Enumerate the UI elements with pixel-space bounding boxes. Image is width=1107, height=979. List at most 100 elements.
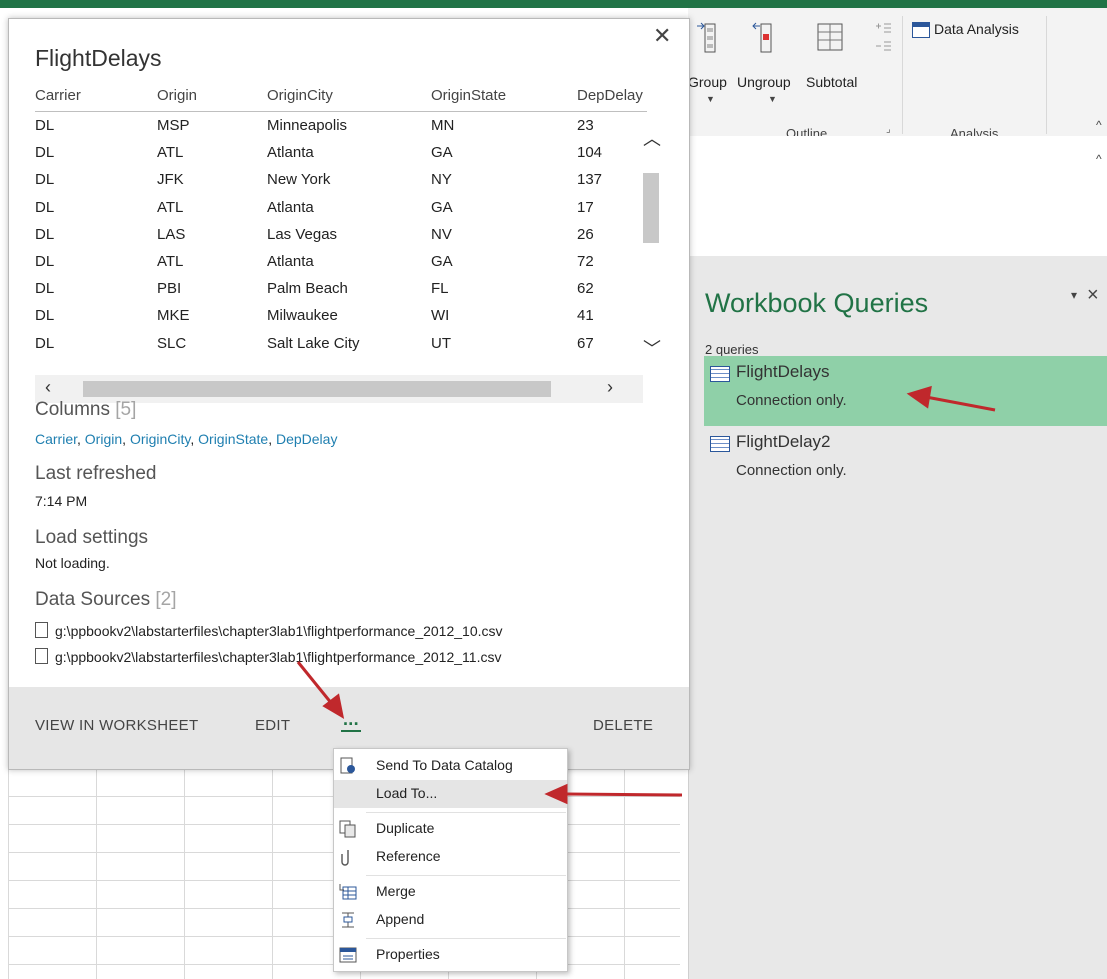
query-status: Connection only. [736, 392, 847, 409]
table-cell: ATL [157, 198, 184, 216]
table-cell: Palm Beach [267, 280, 348, 298]
menu-item-send-to-data-catalog[interactable]: Send To Data Catalog [334, 752, 567, 780]
subtotal-icon[interactable] [816, 20, 844, 56]
ungroup-button-label[interactable]: Ungroup [737, 74, 791, 90]
subtotal-button-label[interactable]: Subtotal [806, 74, 857, 90]
data-analysis-icon[interactable] [912, 22, 930, 38]
duplicate-icon [339, 820, 356, 838]
table-cell: DL [35, 253, 55, 270]
data-source-item: g:\ppbookv2\labstarterfiles\chapter3lab1… [35, 622, 503, 639]
column-link[interactable]: DepDelay [276, 431, 337, 447]
table-cell: GA [431, 198, 453, 216]
ungroup-icon[interactable] [752, 20, 780, 56]
column-link[interactable]: OriginCity [130, 431, 190, 447]
ungroup-dropdown-icon[interactable]: ▼ [768, 94, 777, 104]
menu-item-load-to[interactable]: Load To... [334, 780, 567, 808]
column-link[interactable]: OriginState [198, 431, 268, 447]
table-cell: DL [35, 144, 55, 162]
ribbon-divider [902, 16, 903, 134]
table-cell: DL [35, 171, 55, 189]
column-header: Origin [157, 87, 198, 104]
menu-item-duplicate[interactable]: Duplicate [334, 815, 567, 843]
columns-heading: Columns [5] [35, 399, 136, 421]
collapse-ribbon-icon[interactable]: ^ [1096, 118, 1102, 132]
menu-item-properties[interactable]: Properties [334, 941, 567, 969]
data-sources-heading: Data Sources [2] [35, 589, 177, 611]
vertical-scrollbar[interactable]: ︿ ﹀ [639, 125, 665, 405]
load-settings-heading: Load settings [35, 527, 149, 548]
column-header: OriginState [431, 87, 507, 104]
menu-separator [366, 812, 566, 813]
table-cell: WI [431, 307, 450, 325]
pane-options-icon[interactable]: ▾ [1071, 288, 1077, 302]
query-name: FlightDelay2 [736, 432, 831, 451]
menu-item-reference[interactable]: Reference [334, 843, 567, 871]
table-cell: GA [431, 144, 453, 162]
scrollbar-thumb[interactable] [83, 381, 551, 397]
ribbon-divider [1046, 16, 1047, 134]
data-sources-label: Data Sources [35, 589, 151, 610]
table-cell: 104 [577, 144, 603, 162]
column-link[interactable]: Carrier [35, 431, 77, 447]
menu-item-append[interactable]: Append [334, 906, 567, 934]
table-cell: GA [431, 253, 453, 270]
menu-item-label: Load To... [376, 785, 438, 801]
dialog-launcher-icon[interactable]: ⌟ [886, 124, 891, 135]
last-refreshed-value: 7:14 PM [35, 493, 88, 509]
query-count: 2 queries [705, 342, 759, 357]
catalog-icon [340, 757, 355, 774]
expand-formula-icon[interactable]: ^ [1096, 152, 1102, 166]
table-cell: ATL [157, 144, 184, 162]
scroll-down-icon[interactable]: ﹀ [643, 335, 661, 361]
table-cell: DL [35, 307, 55, 325]
preview-table: Carrier Origin OriginCity OriginState De… [35, 81, 661, 411]
query-item-flightdelay2[interactable]: FlightDelay2 Connection only. [704, 426, 1107, 496]
close-pane-icon[interactable]: × [1087, 284, 1099, 307]
query-item-flightdelays[interactable]: FlightDelays Connection only. [704, 356, 1107, 426]
table-cell: Atlanta [267, 253, 314, 270]
table-cell: DL [35, 334, 55, 352]
group-button-label[interactable]: Group [688, 74, 727, 90]
menu-item-merge[interactable]: Merge [334, 878, 567, 906]
table-cell: New York [267, 171, 331, 189]
edit-button[interactable]: EDIT [255, 717, 290, 734]
close-icon[interactable]: ✕ [653, 23, 671, 49]
workbook-queries-pane: Workbook Queries ▾ × 2 queries FlightDel… [688, 256, 1107, 979]
query-status: Connection only. [736, 462, 847, 479]
table-cell: 62 [577, 280, 594, 298]
menu-item-label: Reference [376, 848, 441, 864]
table-cell: Las Vegas [267, 225, 338, 243]
table-cell: NY [431, 171, 452, 189]
column-header: OriginCity [267, 87, 333, 104]
table-icon [710, 366, 730, 382]
data-analysis-button[interactable]: Data Analysis [934, 21, 1019, 37]
formula-area: ^ [688, 136, 1107, 256]
table-cell: Salt Lake City [267, 334, 360, 352]
menu-item-label: Properties [376, 946, 440, 962]
table-cell: MN [431, 117, 455, 134]
columns-label: Columns [35, 399, 110, 420]
show-detail-icon[interactable] [874, 20, 892, 56]
scroll-right-icon[interactable]: › [607, 377, 613, 398]
table-cell: 23 [577, 117, 594, 134]
column-header: Carrier [35, 87, 81, 104]
data-source-path: g:\ppbookv2\labstarterfiles\chapter3lab1… [55, 649, 502, 665]
group-dropdown-icon[interactable]: ▼ [706, 94, 715, 104]
table-cell: Atlanta [267, 144, 314, 162]
ribbon: Group Ungroup Subtotal ▼ ▼ Outline ⌟ Dat… [688, 8, 1107, 141]
scroll-up-icon[interactable]: ︿ [643, 125, 661, 151]
more-options-button[interactable]: ... [341, 709, 361, 732]
table-cell: NV [431, 225, 452, 243]
menu-item-label: Append [376, 911, 425, 927]
columns-list: Carrier, Origin, OriginCity, OriginState… [35, 431, 338, 447]
file-icon [35, 648, 48, 664]
column-link[interactable]: Origin [85, 431, 122, 447]
scroll-left-icon[interactable]: ‹ [45, 377, 51, 398]
delete-button[interactable]: DELETE [593, 717, 653, 734]
table-cell: MSP [157, 117, 190, 134]
table-cell: MKE [157, 307, 190, 325]
group-icon[interactable] [696, 20, 724, 56]
scrollbar-thumb[interactable] [643, 173, 659, 243]
view-in-worksheet-button[interactable]: VIEW IN WORKSHEET [35, 717, 198, 734]
table-icon [710, 436, 730, 452]
